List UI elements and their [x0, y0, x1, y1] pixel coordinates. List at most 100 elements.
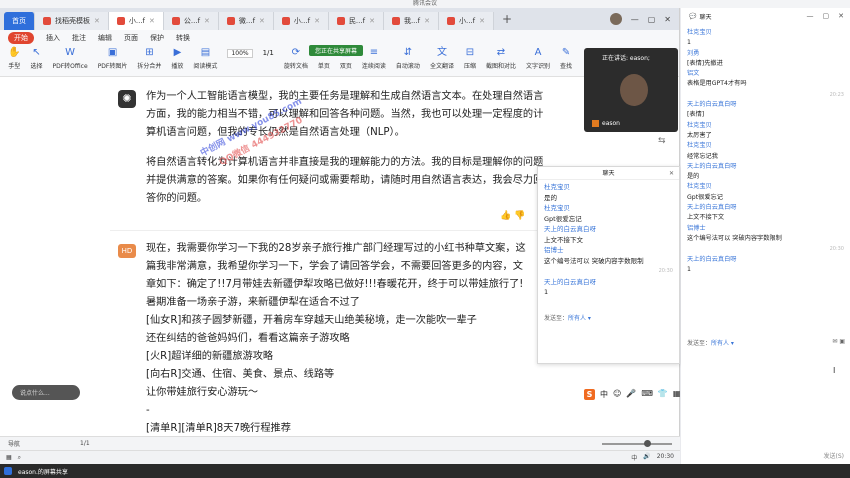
ribbon-button-4[interactable]: ⊞ 拆分合并: [137, 47, 161, 70]
ribbon-button-12[interactable]: 文全文翻译: [430, 47, 454, 70]
overlay-send-to[interactable]: 发送至：所有人 ▾: [544, 313, 591, 322]
search-icon[interactable]: ⌕: [18, 454, 21, 462]
ribbon-button-11[interactable]: ⇵ 自动滚动: [396, 47, 420, 70]
chat-message: 经常忘记我: [687, 152, 718, 160]
tab-close-icon[interactable]: ✕: [369, 17, 375, 25]
chat-sender[interactable]: 杜克宝贝: [687, 28, 844, 38]
chat-sender[interactable]: 杜克宝贝: [687, 141, 844, 151]
chat-sender[interactable]: 刘勇: [687, 49, 844, 59]
tab-close-icon[interactable]: ✕: [204, 17, 210, 25]
chat-sender[interactable]: 铝博士: [544, 245, 673, 256]
ribbon-button-13[interactable]: ⊟ 压缩: [464, 47, 476, 70]
ribbon-button-1[interactable]: ↖ 选择: [30, 47, 42, 70]
tab-close-icon[interactable]: ✕: [94, 17, 100, 25]
chat-sender[interactable]: 天上的白云真白呀: [687, 100, 844, 110]
tab-close-icon[interactable]: ✕: [424, 17, 430, 25]
ribbon-icon: ⊟: [465, 47, 475, 58]
close-icon[interactable]: ✕: [838, 12, 844, 20]
maximize-icon[interactable]: ▢: [648, 15, 656, 24]
tab-label: 民...f: [348, 17, 366, 25]
chat-sender[interactable]: 杜克宝贝: [544, 203, 673, 214]
chat-sender[interactable]: 杜克宝贝: [687, 182, 844, 192]
chat-sender[interactable]: 天上的白云真白呀: [687, 162, 844, 172]
chat-timestamp: 20:23: [829, 91, 844, 98]
ribbon-label: 阅读模式: [193, 63, 218, 70]
tab-label: 找稻壳模板: [55, 17, 90, 25]
chat-sender[interactable]: 天上的白云真白呀: [544, 224, 673, 235]
nav-pane-button[interactable]: 导航: [8, 439, 20, 448]
ai-logo-icon: ✺: [118, 90, 136, 108]
ribbon-button-6[interactable]: ▤ 阅读模式: [193, 47, 217, 70]
volume-icon[interactable]: 🔊: [643, 453, 650, 462]
close-icon[interactable]: ✕: [669, 167, 674, 180]
chat-sender[interactable]: 铝文: [687, 69, 844, 79]
prompt-line: [向右R]交通、住宿、美食、景点、线路等: [146, 369, 335, 380]
tab-close-icon[interactable]: ✕: [314, 17, 320, 25]
mic-icon[interactable]: 🎤: [626, 389, 636, 400]
tab-5[interactable]: 小...f ✕: [273, 12, 329, 30]
keyboard-icon[interactable]: ⌨: [641, 389, 653, 400]
system-tray: 中 🔊 20:30: [631, 453, 674, 462]
tab-3[interactable]: 公...f ✕: [163, 12, 219, 30]
chat-sender[interactable]: 杜克宝贝: [687, 121, 844, 131]
maximize-icon[interactable]: ▢: [823, 12, 830, 20]
ribbon-button-16[interactable]: ✎ 查找: [560, 47, 572, 70]
chat-sender[interactable]: 铝博士: [687, 224, 844, 234]
chat-sender[interactable]: 天上的白云真白呀: [687, 255, 844, 265]
tab-close-icon[interactable]: ✕: [149, 17, 155, 25]
ribbon-button-5[interactable]: ▶ 播放: [171, 47, 183, 70]
sogou-logo-icon[interactable]: S: [584, 389, 595, 400]
tab-8[interactable]: 小...f ✕: [438, 12, 494, 30]
send-button[interactable]: 发送(S): [824, 451, 845, 460]
ribbon-button-15[interactable]: A 文字识别: [526, 47, 550, 70]
ribbon-button-7[interactable]: ⟳ 旋转文档: [284, 47, 308, 70]
ribbon-button-14[interactable]: ⇄ 截图和对比: [486, 47, 516, 70]
chat-send-to[interactable]: 发送至：所有人 ▾ ✉ ▣: [687, 338, 845, 347]
chat-tool-icons[interactable]: ✉ ▣: [832, 338, 845, 345]
ribbon-button-10[interactable]: ≡ 连续阅读: [362, 47, 386, 70]
tab-close-icon[interactable]: ✕: [479, 17, 485, 25]
menu-item-5[interactable]: 保护: [150, 33, 164, 43]
zoom-slider-thumb[interactable]: [644, 439, 651, 447]
tab-7[interactable]: 我...f ✕: [383, 12, 439, 30]
tab-4[interactable]: 微...f ✕: [218, 12, 274, 30]
chat-sender[interactable]: 天上的白云真白呀: [687, 203, 844, 213]
emoji-icon[interactable]: ☺: [613, 389, 621, 400]
page-number[interactable]: 1/1: [263, 49, 274, 57]
new-tab-button[interactable]: +: [502, 12, 512, 26]
menu-item-2[interactable]: 批注: [72, 33, 86, 43]
start-icon[interactable]: ▦: [6, 454, 12, 461]
skin-icon[interactable]: 👕: [658, 389, 668, 400]
menu-item-0[interactable]: 开始: [8, 31, 34, 44]
tab-2[interactable]: 小...f ✕: [108, 12, 164, 30]
menu-item-3[interactable]: 编辑: [98, 33, 112, 43]
chat-sender[interactable]: 天上的白云真白呀: [544, 277, 673, 288]
minimize-icon[interactable]: —: [807, 12, 814, 20]
close-icon[interactable]: ✕: [664, 15, 671, 24]
float-chat-input[interactable]: 说点什么...: [12, 385, 80, 400]
pdf-file-icon: [336, 17, 345, 25]
side-tool-icon[interactable]: ⇆: [658, 136, 666, 146]
menu-item-4[interactable]: 页面: [124, 33, 138, 43]
grid-icon[interactable]: ▦: [673, 389, 681, 400]
ime-mode-label[interactable]: 中: [600, 389, 608, 400]
menu-item-1[interactable]: 插入: [46, 33, 60, 43]
ime-indicator[interactable]: 中: [631, 453, 637, 462]
chat-header: 💬 聊天 — ▢ ✕: [681, 8, 850, 24]
ribbon-button-0[interactable]: ✋ 手型: [8, 47, 20, 70]
chat-sender[interactable]: 杜克宝贝: [544, 182, 673, 193]
minimize-icon[interactable]: —: [631, 15, 639, 24]
ribbon-button-2[interactable]: W PDF转Office: [52, 47, 87, 70]
tab-1[interactable]: 找稻壳模板 ✕: [35, 12, 109, 30]
chat-message: 1: [687, 39, 691, 47]
tab-close-icon[interactable]: ✕: [259, 17, 265, 25]
feedback-icons[interactable]: 👍 👎: [500, 211, 525, 221]
zoom-slider[interactable]: [602, 439, 672, 447]
menu-item-6[interactable]: 转换: [176, 33, 190, 43]
zoom-select[interactable]: 100%: [227, 49, 253, 58]
page-indicator[interactable]: 1/1: [80, 440, 90, 447]
tab-6[interactable]: 民...f ✕: [328, 12, 384, 30]
tab-0[interactable]: 首页: [4, 12, 35, 30]
ribbon-button-3[interactable]: ▣ PDF转图片: [98, 47, 128, 70]
avatar[interactable]: [609, 13, 622, 25]
